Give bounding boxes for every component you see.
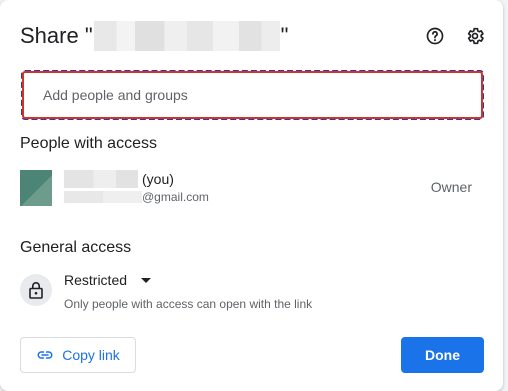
person-email-domain: @gmail.com (142, 190, 209, 204)
add-people-field[interactable] (21, 70, 484, 120)
dialog-header: Share " " (20, 20, 487, 52)
done-button[interactable]: Done (401, 337, 484, 373)
share-dialog: Share " " People with access (0, 0, 503, 391)
person-email: @gmail.com (64, 190, 209, 204)
general-access-description: Only people with access can open with th… (64, 297, 313, 311)
person-name: (you) (64, 170, 174, 188)
general-access-level: Restricted (64, 272, 128, 288)
chevron-down-icon (141, 277, 152, 283)
people-with-access-heading: People with access (20, 135, 157, 152)
general-access-heading: General access (20, 239, 132, 256)
copy-link-button[interactable]: Copy link (20, 337, 136, 373)
redacted-file-name (93, 21, 280, 51)
gear-icon[interactable] (463, 24, 487, 48)
help-icon[interactable] (423, 24, 447, 48)
title-suffix: " (280, 23, 289, 48)
person-you-label: (you) (142, 171, 174, 187)
dialog-title: Share " " (20, 20, 288, 52)
person-role: Owner (430, 179, 472, 195)
avatar (20, 170, 52, 206)
redacted-email (64, 191, 142, 203)
copy-link-label: Copy link (62, 347, 120, 363)
general-access-dropdown[interactable]: Restricted (64, 272, 152, 288)
lock-icon (20, 274, 52, 306)
redacted-name (64, 170, 138, 188)
add-people-input[interactable] (41, 86, 481, 104)
person-row: (you) @gmail.com Owner (20, 166, 483, 210)
title-prefix: Share " (20, 23, 93, 48)
header-actions (423, 24, 487, 48)
link-icon (37, 351, 53, 359)
